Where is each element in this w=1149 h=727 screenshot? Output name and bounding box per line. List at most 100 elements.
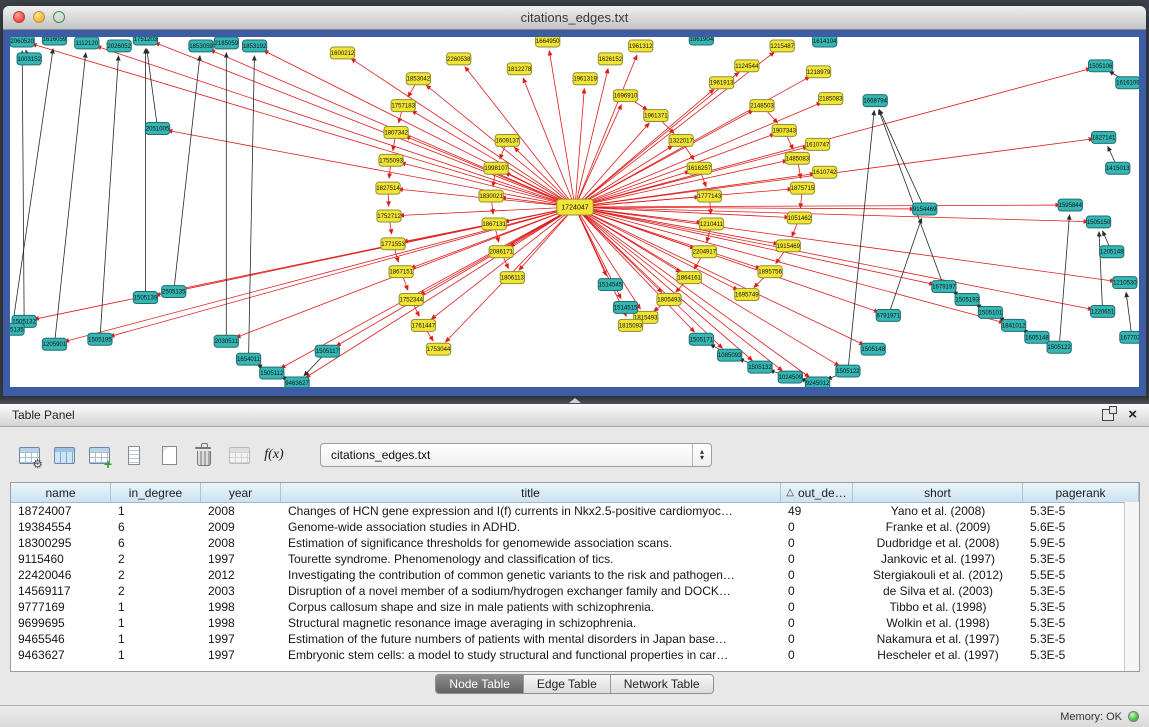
graph-node[interactable]: 1215487 [770,40,795,52]
graph-node[interactable]: 1505101 [978,306,1003,318]
graph-node[interactable]: 2148503 [750,100,775,112]
graph-node[interactable]: 1853192 [242,40,267,52]
delete-table-icon[interactable] [189,441,219,469]
graph-edge[interactable] [249,56,255,359]
graph-node[interactable]: 1664950 [536,37,561,47]
graph-edge[interactable] [575,207,606,275]
graph-node[interactable]: 1415013 [1106,162,1131,174]
graph-node[interactable]: 1677025 [1120,331,1139,343]
table-vertical-scrollbar[interactable] [1124,502,1139,671]
graph-node[interactable]: 1505148 [861,343,886,355]
graph-edge[interactable] [549,51,575,207]
tab-network-table[interactable]: Network Table [611,675,713,693]
graph-node[interactable]: 1961913 [709,77,734,89]
table-row[interactable]: 1830029562008Estimation of significance … [11,535,1139,551]
graph-node[interactable]: 2260538 [447,53,472,65]
graph-node[interactable]: 1003152 [17,53,42,65]
column-header-pagerank[interactable]: pagerank [1023,483,1139,502]
tab-edge-table[interactable]: Edge Table [524,675,611,693]
graph-node[interactable]: 1751203 [133,37,158,45]
graph-node[interactable]: 1827141 [1091,131,1116,143]
graph-node[interactable]: 1695749 [735,289,760,301]
graph-node[interactable]: 1907343 [772,125,797,137]
graph-node[interactable]: 1205901 [42,338,67,350]
graph-node[interactable]: 1616059 [42,37,67,45]
graph-node[interactable]: 1812278 [507,63,532,75]
graph-edge[interactable] [22,51,24,321]
graph-node[interactable]: 1514515 [613,301,638,313]
graph-edge[interactable] [12,49,53,329]
graph-node[interactable]: 1998107 [484,162,509,174]
column-header-out_degree[interactable]: out_de… [781,483,853,502]
network-canvas[interactable]: 1724047 1853042 1757183 1807342 1755093 18275… [10,37,1139,387]
graph-edge[interactable] [336,207,575,346]
graph-edge[interactable] [575,207,1093,309]
graph-node[interactable]: 1616257 [687,162,712,174]
graph-node[interactable]: 1915469 [776,240,801,252]
table-row[interactable]: 2242004622012Investigating the contribut… [11,567,1139,583]
graph-edge[interactable] [575,207,1088,222]
graph-node[interactable]: 1752712 [377,210,402,222]
graph-node[interactable]: 1757183 [391,100,416,112]
graph-node[interactable]: 1626152 [598,53,623,65]
graph-node[interactable]: 1595844 [1058,199,1083,211]
graph-edge[interactable] [879,110,924,209]
graph-node[interactable]: 1654011 [236,353,260,365]
window-zoom-button[interactable] [53,11,65,23]
graph-node[interactable]: 2030511 [214,335,238,347]
graph-node[interactable]: 1755093 [379,154,404,166]
graph-node[interactable]: 1610747 [805,138,830,150]
graph-node[interactable]: 1827514 [376,182,401,194]
graph-node[interactable]: 2060520 [10,37,35,47]
graph-node[interactable]: 1124544 [735,60,759,72]
graph-node[interactable]: 1853042 [406,73,431,85]
graph-node[interactable]: 9463627 [285,377,310,387]
graph-node[interactable]: 1777143 [697,190,722,202]
column-header-in_degree[interactable]: in_degree [111,483,201,502]
graph-node[interactable]: 1696910 [613,90,638,102]
float-panel-icon[interactable] [1102,409,1114,421]
graph-node[interactable]: 1961371 [644,110,669,122]
graph-node[interactable]: 1210411 [699,218,723,230]
graph-node[interactable]: 1505132 [748,361,773,373]
graph-node[interactable]: 1610742 [813,166,838,178]
graph-edge[interactable] [879,110,944,287]
graph-node[interactable]: 2185083 [819,93,844,105]
graph-node[interactable]: 1600212 [330,47,355,59]
graph-node[interactable]: 1961319 [573,73,598,85]
graph-node[interactable]: 1505150 [1086,216,1111,228]
graph-node[interactable]: 1505139 [133,292,158,304]
graph-node[interactable]: 1024509 [778,371,803,383]
graph-edge[interactable] [147,49,158,129]
graph-node[interactable]: 2086171 [489,246,514,258]
graph-node[interactable]: 1752344 [399,294,424,306]
show-rows-icon[interactable] [119,441,149,469]
graph-node[interactable]: 1864161 [677,272,702,284]
graph-node[interactable]: 1841012 [1002,319,1027,331]
table-settings-icon[interactable]: ⚙ [14,441,44,469]
column-header-title[interactable]: title [281,483,781,502]
graph-node[interactable]: 1505122 [1047,341,1072,353]
window-close-button[interactable] [13,11,25,23]
graph-edge[interactable] [575,207,1115,281]
show-columns-icon[interactable] [49,441,79,469]
graph-node[interactable]: 1616109 [1116,77,1139,89]
graph-node[interactable]: 1807342 [384,126,409,138]
graph-node[interactable]: 1614104 [813,37,838,47]
graph-node[interactable]: 1815093 [618,319,643,331]
graph-node[interactable]: 1322017 [669,134,694,146]
graph-node[interactable]: 1853059 [189,40,214,52]
graph-edge[interactable] [575,68,1091,207]
graph-edge[interactable] [100,56,119,339]
graph-node[interactable]: 2204917 [692,246,717,258]
graph-node[interactable]: 1205148 [1100,246,1125,258]
graph-edge[interactable] [1099,232,1103,312]
graph-node[interactable]: 1806113 [500,272,524,284]
graph-node[interactable]: 1220651 [1090,305,1115,317]
graph-node[interactable]: 1609137 [495,134,520,146]
table-row[interactable]: 911546021997Tourette syndrome. Phenomeno… [11,551,1139,567]
graph-hub-node[interactable]: 1724047 [557,199,593,215]
graph-edge[interactable] [575,207,879,312]
graph-edge[interactable] [1126,292,1132,337]
graph-edge[interactable] [575,123,649,207]
